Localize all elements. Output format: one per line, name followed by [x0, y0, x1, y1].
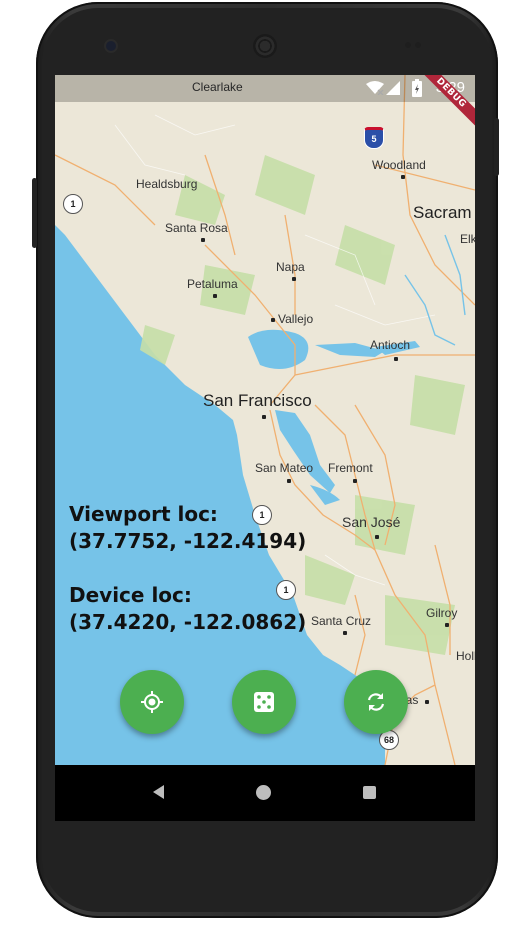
- viewport-label: Viewport loc:: [69, 502, 218, 526]
- city-dot: [201, 238, 205, 242]
- earpiece-speaker: [253, 34, 277, 58]
- city-dot: [394, 357, 398, 361]
- dice-icon: [254, 692, 274, 712]
- device-label: Device loc:: [69, 583, 192, 607]
- place-label-napa: Napa: [276, 260, 305, 274]
- my-location-icon: [141, 691, 163, 713]
- recents-icon[interactable]: [363, 786, 376, 799]
- viewport-location-text: Viewport loc: (37.7752, -122.4194): [69, 501, 306, 555]
- city-dot: [445, 623, 449, 627]
- refresh-icon: [367, 693, 385, 711]
- place-label-fremont: Fremont: [328, 461, 373, 475]
- place-label-gilroy: Gilroy: [426, 606, 458, 620]
- map-view[interactable]: [55, 75, 475, 765]
- place-label-sacramento: Sacram: [413, 203, 472, 222]
- signal-icon: [386, 81, 400, 95]
- city-dot: [262, 415, 266, 419]
- city-dot: [375, 535, 379, 539]
- city-dot: [353, 479, 357, 483]
- home-icon[interactable]: [256, 785, 271, 800]
- front-camera: [106, 41, 116, 51]
- random-location-button[interactable]: [232, 670, 296, 734]
- place-label-healdsburg: Healdsburg: [136, 177, 198, 191]
- place-label-san-jose: San José: [342, 514, 401, 530]
- place-label-antioch: Antioch: [370, 338, 411, 352]
- city-dot: [401, 175, 405, 179]
- place-label-petaluma: Petaluma: [187, 277, 238, 291]
- place-label-elk: Elk: [460, 232, 475, 246]
- app-screen: Clearlake Woodland Healdsburg Sacram Elk…: [55, 75, 475, 765]
- place-label-holl: Holl: [456, 649, 475, 663]
- wifi-icon: [366, 81, 384, 95]
- status-bar: 3:29 DEBUG: [55, 75, 475, 133]
- place-label-san-mateo: San Mateo: [255, 461, 314, 475]
- city-dot: [287, 479, 291, 483]
- interstate-5-shield: 5: [364, 127, 384, 149]
- back-icon[interactable]: [153, 785, 164, 799]
- place-label-santa-rosa: Santa Rosa: [165, 221, 228, 235]
- place-label-woodland: Woodland: [372, 158, 426, 172]
- refresh-button[interactable]: [344, 670, 408, 734]
- my-location-button[interactable]: [120, 670, 184, 734]
- city-dot: [271, 318, 275, 322]
- place-label-vallejo: Vallejo: [278, 312, 314, 326]
- place-label-san-francisco: San Francisco: [203, 391, 312, 410]
- device-location-text: Device loc: (37.4220, -122.0862): [69, 582, 306, 636]
- volume-button: [32, 178, 37, 248]
- viewport-value: (37.7752, -122.4194): [69, 529, 307, 553]
- device-value: (37.4220, -122.0862): [69, 610, 307, 634]
- sensor-dots: [405, 42, 411, 48]
- city-dot: [425, 700, 429, 704]
- city-dot: [213, 294, 217, 298]
- battery-icon: [412, 79, 422, 97]
- highway-1-shield: 1: [63, 194, 83, 214]
- city-dot: [343, 631, 347, 635]
- power-button: [494, 118, 499, 176]
- place-label-santa-cruz: Santa Cruz: [311, 614, 372, 628]
- android-nav-bar: [55, 765, 475, 821]
- city-dot: [292, 277, 296, 281]
